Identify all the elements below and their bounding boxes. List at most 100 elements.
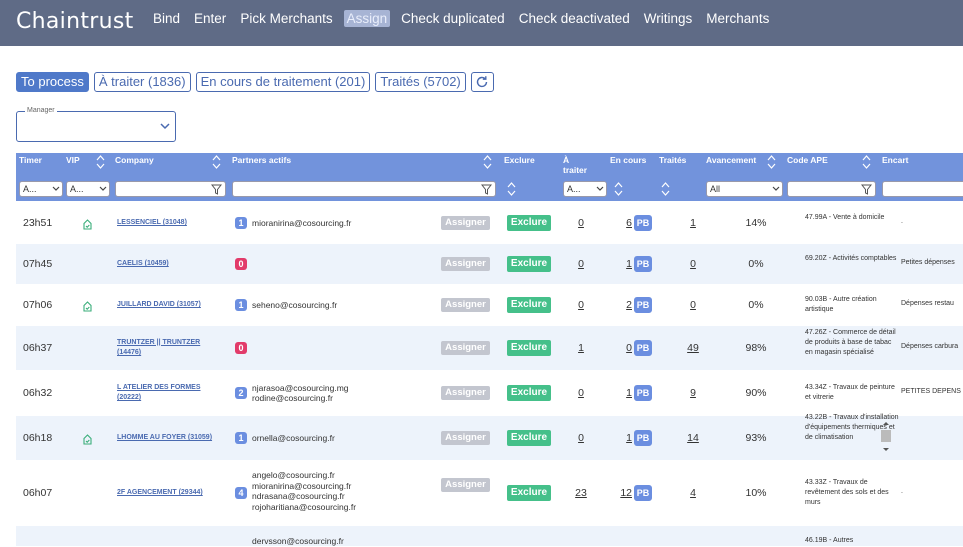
tab-to-process[interactable]: To process (16, 72, 89, 92)
exclude-button[interactable]: Exclure (507, 485, 551, 501)
a-traiter-link[interactable]: 23 (571, 487, 591, 499)
code-ape-filter-input[interactable] (787, 181, 876, 197)
tab-traites[interactable]: Traités (5702) (375, 72, 466, 92)
company-link[interactable]: LESSENCIEL (31048) (117, 218, 217, 228)
assign-button[interactable]: Assigner (441, 341, 490, 355)
a-traiter-link[interactable]: 0 (571, 432, 591, 444)
en-cours-link[interactable]: 1 (612, 432, 632, 444)
nav-merchants[interactable]: Merchants (703, 10, 772, 27)
col-a-traiter[interactable]: À traiter (563, 155, 593, 175)
pb-button[interactable]: PB (634, 385, 652, 401)
en-cours-link[interactable]: 1 (612, 258, 632, 270)
col-code-ape[interactable]: Code APE (787, 155, 828, 165)
col-en-cours[interactable]: En cours (610, 155, 646, 165)
col-company[interactable]: Company (115, 155, 154, 165)
chevron-down-icon (596, 186, 604, 191)
a-traiter-link[interactable]: 0 (571, 258, 591, 270)
nav-writings[interactable]: Writings (641, 10, 696, 27)
exclude-button[interactable]: Exclure (507, 256, 551, 272)
cell-scrollbar[interactable] (880, 420, 892, 454)
assign-button[interactable]: Assigner (441, 216, 490, 230)
nav-check-duplicated[interactable]: Check duplicated (398, 10, 508, 27)
assign-button[interactable]: Assigner (441, 257, 490, 271)
assign-button[interactable]: Assigner (441, 298, 490, 312)
exclude-button[interactable]: Exclure (507, 385, 551, 401)
nav-bind[interactable]: Bind (150, 10, 183, 27)
col-vip[interactable]: VIP (66, 155, 80, 165)
traites-link[interactable]: 49 (683, 342, 703, 354)
a-traiter-link[interactable]: 1 (571, 342, 591, 354)
col-encart[interactable]: Encart (882, 155, 908, 165)
en-cours-link[interactable]: 0 (612, 342, 632, 354)
a-traiter-link[interactable]: 0 (571, 217, 591, 229)
sort-icon[interactable] (614, 182, 623, 196)
pb-button[interactable]: PB (634, 297, 652, 313)
nav-pick-merchants[interactable]: Pick Merchants (237, 10, 335, 27)
traites-link[interactable]: 9 (683, 387, 703, 399)
company-link[interactable]: CAELIS (10459) (117, 259, 217, 269)
pb-button[interactable]: PB (634, 340, 652, 356)
sort-icon[interactable] (483, 155, 492, 169)
timer-filter-select[interactable]: A... (19, 181, 63, 197)
partners-filter-input[interactable] (232, 181, 496, 197)
pb-button[interactable]: PB (634, 256, 652, 272)
exclude-button[interactable]: Exclure (507, 430, 551, 446)
sort-icon[interactable] (212, 155, 221, 169)
sort-icon[interactable] (767, 155, 776, 169)
tab-a-traiter[interactable]: À traiter (1836) (93, 72, 191, 92)
sort-icon[interactable] (507, 182, 516, 196)
partner-email: ndrasana@cosourcing.fr (252, 491, 345, 501)
traites-link[interactable]: 0 (683, 258, 703, 270)
a-traiter-link[interactable]: 0 (571, 299, 591, 311)
nav-enter[interactable]: Enter (191, 10, 229, 27)
company-link[interactable]: LHOMME AU FOYER (31059) (117, 433, 217, 443)
avancement-value: 93% (745, 432, 767, 444)
company-link[interactable]: JUILLARD DAVID (31057) (117, 300, 217, 310)
nav-assign[interactable]: Assign (343, 10, 391, 27)
exclude-button[interactable]: Exclure (507, 215, 551, 231)
traites-link[interactable]: 14 (683, 432, 703, 444)
company-link[interactable]: 2F AGENCEMENT (29344) (117, 488, 217, 498)
en-cours-link[interactable]: 6 (612, 217, 632, 229)
avancement-value: 10% (745, 487, 767, 499)
traites-link[interactable]: 4 (683, 487, 703, 499)
vip-filter-select[interactable]: A... (66, 181, 110, 197)
a-traiter-filter-select[interactable]: A... (563, 181, 607, 197)
funnel-icon (211, 184, 222, 195)
col-partners[interactable]: Partners actifs (232, 155, 291, 165)
company-filter-input[interactable] (115, 181, 226, 197)
exclude-button[interactable]: Exclure (507, 297, 551, 313)
exclude-button[interactable]: Exclure (507, 340, 551, 356)
company-link[interactable]: TRUNTZER || TRUNTZER (14476) (117, 338, 217, 358)
tab-en-cours[interactable]: En cours de traitement (201) (195, 72, 371, 92)
nav-check-deactivated[interactable]: Check deactivated (516, 10, 633, 27)
sort-icon[interactable] (661, 182, 670, 196)
col-exclure[interactable]: Exclure (504, 155, 535, 165)
table-row: 06h32 L ATELIER DES FORMES (20222) 2 njaras… (16, 370, 963, 416)
encart-filter-input[interactable] (882, 181, 963, 197)
manager-select[interactable]: Manager (16, 107, 176, 142)
pb-button[interactable]: PB (634, 215, 652, 231)
col-traites[interactable]: Traités (659, 155, 686, 165)
avancement-filter-select[interactable]: All (706, 181, 783, 197)
a-traiter-link[interactable]: 0 (571, 387, 591, 399)
traites-link[interactable]: 1 (683, 217, 703, 229)
app-logo[interactable]: Chaintrust (16, 9, 134, 34)
funnel-icon (861, 184, 872, 195)
col-avancement[interactable]: Avancement (706, 155, 756, 165)
company-link[interactable]: L ATELIER DES FORMES (20222) (117, 383, 217, 403)
col-timer[interactable]: Timer (19, 155, 42, 165)
en-cours-link[interactable]: 12 (612, 487, 632, 499)
assign-button[interactable]: Assigner (441, 431, 490, 445)
sort-icon[interactable] (862, 155, 871, 169)
en-cours-link[interactable]: 1 (612, 387, 632, 399)
en-cours-link[interactable]: 2 (612, 299, 632, 311)
sort-icon[interactable] (96, 155, 105, 169)
pb-button[interactable]: PB (634, 485, 652, 501)
assign-button[interactable]: Assigner (441, 478, 490, 492)
refresh-button[interactable] (470, 72, 494, 92)
traites-link[interactable]: 0 (683, 299, 703, 311)
pb-button[interactable]: PB (634, 430, 652, 446)
assign-button[interactable]: Assigner (441, 386, 490, 400)
table-row: 07h06 JUILLARD DAVID (31057) 1 seheno@cosou… (16, 284, 963, 326)
